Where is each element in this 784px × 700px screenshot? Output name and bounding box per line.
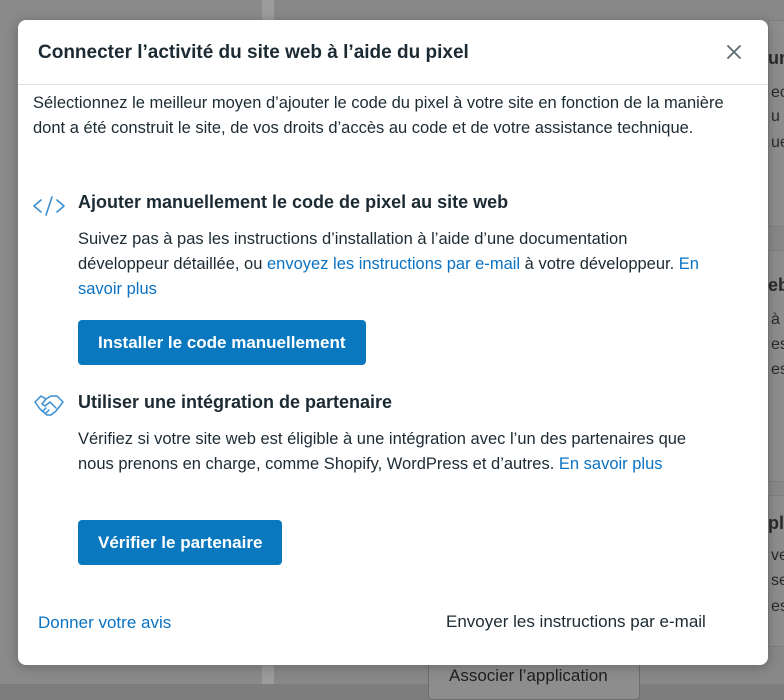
background-text: es: [771, 361, 784, 378]
give-feedback-link[interactable]: Donner votre avis: [38, 613, 171, 633]
partner-section-text: Vérifiez si votre site web est éligible …: [78, 427, 698, 477]
close-button[interactable]: [724, 42, 744, 62]
background-text: à: [771, 311, 780, 328]
partner-learn-more-link[interactable]: En savoir plus: [559, 455, 663, 473]
manual-section-title: Ajouter manuellement le code de pixel au…: [78, 192, 509, 212]
code-icon: [32, 191, 66, 221]
install-code-manually-button[interactable]: Installer le code manuellement: [78, 320, 366, 365]
background-text: se: [771, 572, 784, 589]
handshake-icon: [32, 390, 66, 420]
manual-text-end: à votre développeur.: [520, 255, 679, 273]
background-associate-app-button: Associer l’application: [428, 660, 640, 700]
background-text: es: [771, 598, 784, 615]
background-text: ec: [771, 84, 784, 101]
dialog-intro-text: Sélectionnez le meilleur moyen d’ajouter…: [33, 94, 724, 137]
background-text: ve: [771, 547, 784, 564]
send-instructions-email-button[interactable]: Envoyer les instructions par e-mail: [446, 612, 706, 632]
manual-section-text: Suivez pas à pas les instructions d’inst…: [78, 227, 718, 302]
background-text: eb: [768, 275, 784, 295]
background-text: un: [768, 48, 784, 68]
close-icon: [727, 45, 741, 59]
partner-section-title: Utiliser une intégration de partenaire: [78, 392, 393, 412]
check-partner-button[interactable]: Vérifier le partenaire: [78, 520, 283, 565]
background-text: ue: [771, 134, 784, 151]
background-text: pl: [768, 513, 784, 533]
send-instructions-email-link[interactable]: envoyez les instructions par e-mail: [267, 255, 520, 273]
background-text: u: [771, 108, 780, 125]
background-text: es: [771, 336, 784, 353]
pixel-connect-dialog: Connecter l’activité du site web à l’aid…: [18, 20, 768, 665]
dialog-title: Connecter l’activité du site web à l’aid…: [38, 42, 469, 63]
header-divider: [18, 84, 768, 85]
